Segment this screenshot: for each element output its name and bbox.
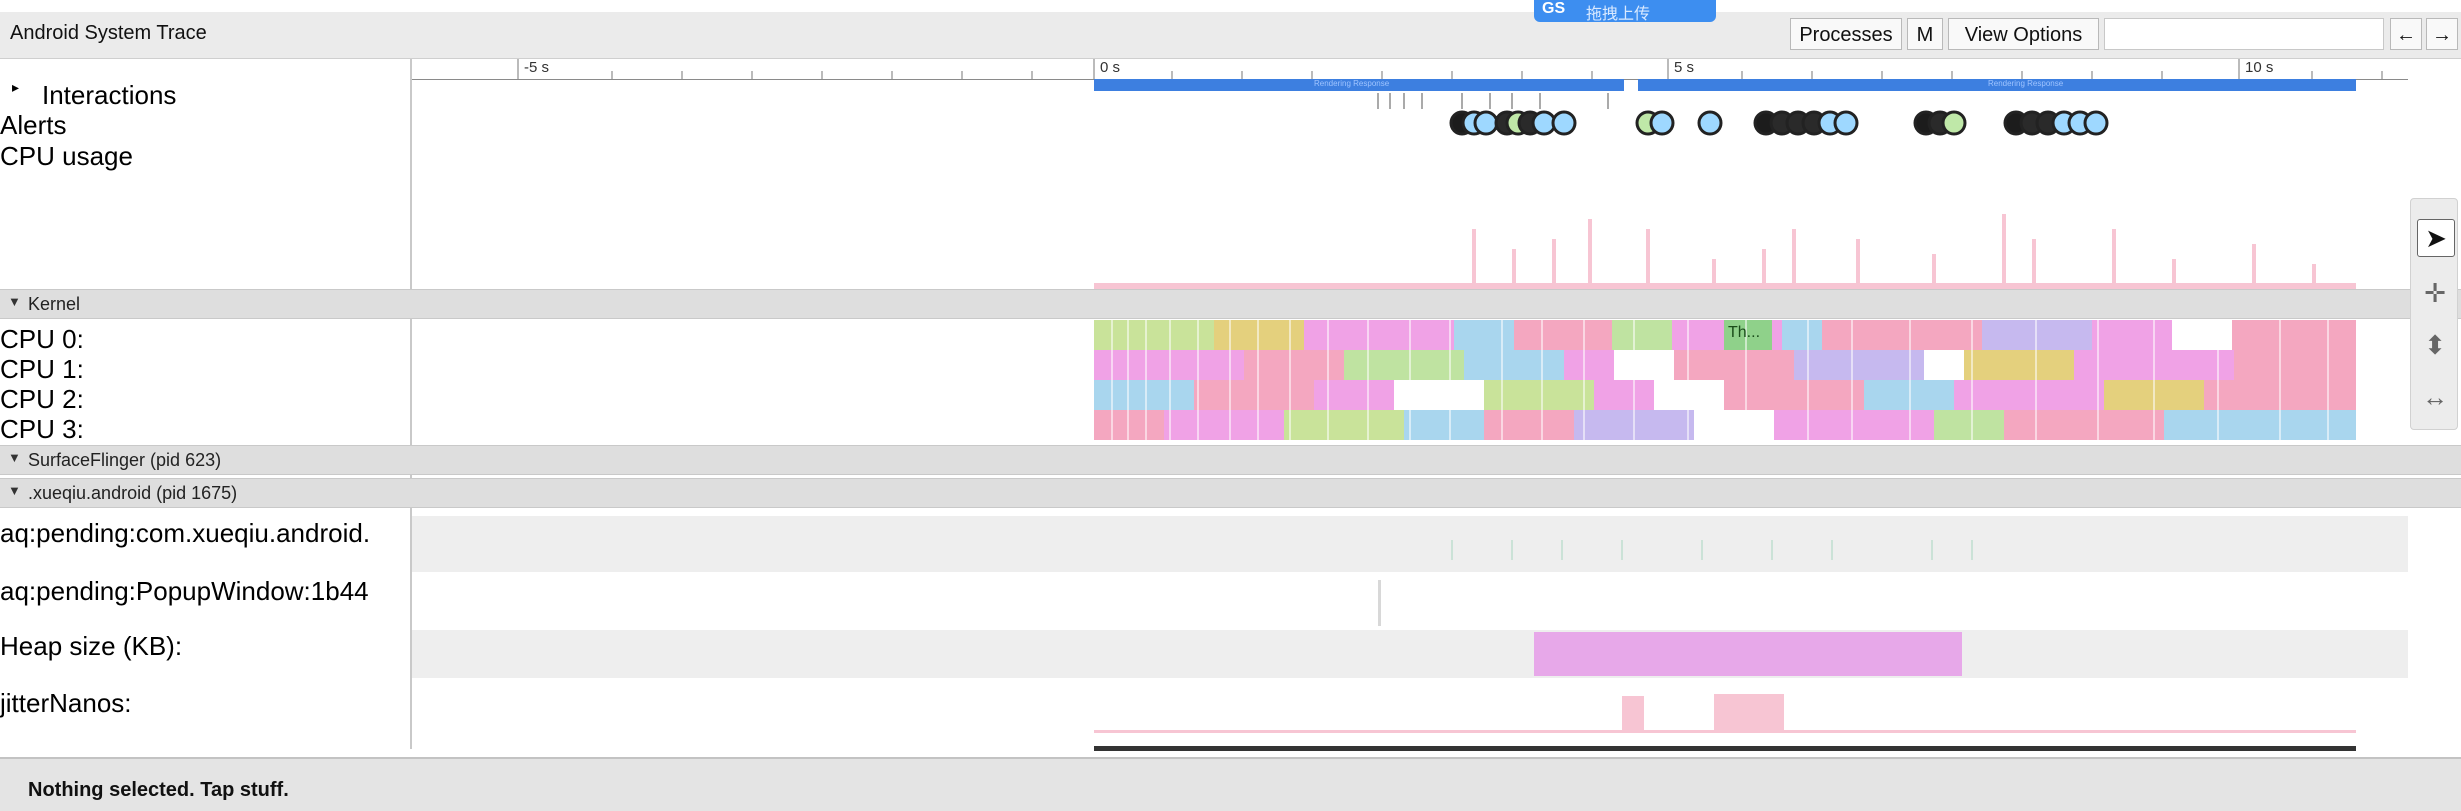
kernel-expand-icon[interactable]: ▼ [8, 294, 21, 309]
process-tracks-area[interactable] [412, 510, 2408, 756]
kernel-section-header[interactable]: ▼ Kernel [0, 289, 2461, 319]
top-tracks-area[interactable]: Rendering Response Rendering Response [412, 79, 2408, 289]
previous-button[interactable]: ← [2390, 18, 2422, 50]
status-bar: Nothing selected. Tap stuff. [0, 757, 2461, 811]
ruler-label-5: 5 s [1674, 59, 1695, 76]
interactions-expand-icon[interactable]: ▸ [12, 79, 19, 96]
xueqiu-section-label: .xueqiu.android (pid 1675) [28, 483, 238, 503]
track-label-cpu1: CPU 1: [0, 354, 84, 384]
xueqiu-expand-icon[interactable]: ▼ [8, 483, 21, 498]
track-label-cpu-usage: CPU usage [0, 141, 133, 171]
process-tracks-graphics [1094, 540, 2356, 751]
xueqiu-section-header[interactable]: ▼ .xueqiu.android (pid 1675) [0, 478, 2461, 508]
pan-icon[interactable]: ✛ [2417, 275, 2453, 311]
timing-icon[interactable]: ↔ [2417, 379, 2453, 415]
track-label-cpu3: CPU 3: [0, 414, 84, 444]
status-text: Nothing selected. Tap stuff. [28, 779, 289, 801]
upload-label: 拖拽上传 [1586, 6, 1651, 23]
track-label-cpu2: CPU 2: [0, 384, 84, 414]
cpu-slices[interactable] [412, 320, 2408, 442]
ruler-label-minus5: -5 s [524, 59, 550, 76]
zoom-icon[interactable]: ⬍ [2417, 327, 2453, 363]
track-label-pending-com-xueqiu: aq:pending:com.xueqiu.android. [0, 518, 371, 548]
next-button[interactable]: → [2426, 18, 2458, 50]
track-label-alerts: Alerts [0, 110, 67, 140]
view-options-button[interactable]: View Options [1948, 18, 2099, 50]
cpu-tracks-area[interactable]: Th... [412, 320, 2408, 442]
search-input[interactable] [2104, 18, 2384, 50]
track-label-interactions[interactable]: Interactions [42, 80, 176, 111]
m-button[interactable]: M [1907, 18, 1943, 50]
ruler-ticks [517, 59, 2383, 79]
cpu0-slice-label[interactable]: Th... [1728, 324, 1760, 342]
surfaceflinger-section-label: SurfaceFlinger (pid 623) [28, 450, 222, 470]
alerts-track[interactable] [412, 79, 2408, 289]
tool-panel: ➤ ✛ ⬍ ↔ [2410, 198, 2458, 430]
processes-button[interactable]: Processes [1790, 18, 1902, 50]
track-label-pending-popupwindow: aq:pending:PopupWindow:1b44 [0, 576, 369, 606]
track-label-heap-size: Heap size (KB): [0, 631, 183, 661]
ruler-label-10: 10 s [2245, 59, 2274, 76]
title-bar: Android System Trace Processes M View Op… [0, 12, 2461, 59]
kernel-section-label: Kernel [28, 294, 81, 314]
pointer-icon[interactable]: ➤ [2417, 219, 2455, 257]
time-ruler[interactable]: -5 s 0 s 5 s 10 s [412, 59, 2408, 80]
surfaceflinger-expand-icon[interactable]: ▼ [8, 450, 21, 465]
ruler-label-0: 0 s [1100, 59, 1121, 76]
track-label-jitter-nanos: jitterNanos: [0, 688, 132, 718]
track-label-cpu0: CPU 0: [0, 324, 84, 354]
surfaceflinger-section-header[interactable]: ▼ SurfaceFlinger (pid 623) [0, 445, 2461, 475]
cpu-usage-graph [1094, 214, 2356, 289]
app-title: Android System Trace [10, 22, 207, 44]
upload-overlay[interactable]: GS 拖拽上传 [1534, 0, 1716, 23]
upload-logo-icon: GS [1542, 0, 1566, 17]
